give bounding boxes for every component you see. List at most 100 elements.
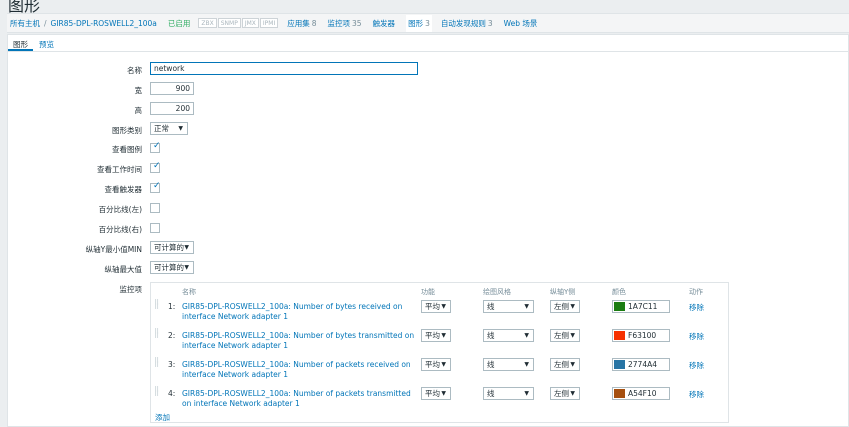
caret-down-icon: ▼ <box>524 390 529 397</box>
function-value: 平均 <box>425 302 440 311</box>
caret-down-icon: ▼ <box>184 244 189 251</box>
items-label: 监控项 <box>119 285 143 294</box>
function-select[interactable]: 平均 ▼ <box>421 300 451 313</box>
check-icon: ✓ <box>153 181 161 191</box>
item-name-link[interactable]: GIR85-DPL-ROSWELL2_100a: Number of packe… <box>182 389 420 409</box>
y-side-select[interactable]: 左侧 ▼ <box>550 358 580 371</box>
drag-handle-icon[interactable]: ⠿ ⠿ <box>154 387 160 398</box>
column-header-color: 颜色 <box>612 288 626 296</box>
show-triggers-label: 查看触发器 <box>104 185 143 194</box>
check-icon: ✓ <box>153 161 161 171</box>
drag-handle-icon[interactable]: ⠿ ⠿ <box>154 358 160 369</box>
color-swatch[interactable] <box>614 302 625 311</box>
caret-down-icon: ▼ <box>524 332 529 339</box>
drag-handle-icon[interactable]: ⠿ ⠿ <box>154 300 160 311</box>
breadcrumb-host[interactable]: GIR85-DPL-ROSWELL2_100a <box>51 19 157 28</box>
name-label: 名称 <box>127 66 142 75</box>
remove-item-link[interactable]: 移除 <box>689 389 704 400</box>
remove-item-link[interactable]: 移除 <box>689 360 704 371</box>
graph-type-label: 图形类别 <box>112 126 142 135</box>
nav-graphs-count: 3 <box>425 18 430 28</box>
function-select[interactable]: 平均 ▼ <box>421 387 451 400</box>
color-picker[interactable]: F63100 <box>612 329 670 342</box>
tab-preview[interactable]: 预览 <box>39 39 54 50</box>
caret-down-icon: ▼ <box>441 303 446 310</box>
height-input[interactable]: 200 <box>150 102 194 115</box>
host-status-enabled[interactable]: 已启用 <box>168 18 191 29</box>
percentile-right-checkbox[interactable] <box>150 223 160 233</box>
column-header-draw-style: 绘图风格 <box>483 288 511 296</box>
color-swatch[interactable] <box>614 389 625 398</box>
color-picker[interactable]: 1A7C11 <box>612 300 670 313</box>
nav-applications[interactable]: 应用集 8 <box>287 18 316 29</box>
color-swatch[interactable] <box>614 331 625 340</box>
y-min-select[interactable]: 可计算的 ▼ <box>150 241 194 254</box>
row-number: 2: <box>168 331 176 340</box>
function-select[interactable]: 平均 ▼ <box>421 358 451 371</box>
draw-style-value: 线 <box>487 389 495 398</box>
caret-down-icon: ▼ <box>524 361 529 368</box>
draw-style-select[interactable]: 线 ▼ <box>483 358 534 371</box>
y-side-select[interactable]: 左侧 ▼ <box>550 387 580 400</box>
nav-items[interactable]: 监控项 35 <box>328 18 362 29</box>
percentile-right-label: 百分比线(右) <box>98 225 142 234</box>
add-item-link[interactable]: 添加 <box>155 412 170 423</box>
draw-style-value: 线 <box>487 360 495 369</box>
color-code: 2774A4 <box>628 360 657 369</box>
drag-handle-icon[interactable]: ⠿ ⠿ <box>154 329 160 340</box>
draw-style-select[interactable]: 线 ▼ <box>483 300 534 313</box>
name-input[interactable]: network <box>150 62 418 75</box>
function-value: 平均 <box>425 331 440 340</box>
y-max-select[interactable]: 可计算的 ▼ <box>150 261 194 274</box>
active-tab-indicator <box>8 49 33 51</box>
caret-down-icon: ▼ <box>570 390 575 397</box>
draw-style-select[interactable]: 线 ▼ <box>483 329 534 342</box>
nav-discovery-rules[interactable]: 自动发现规则 3 <box>441 18 493 29</box>
row-number: 3: <box>168 360 176 369</box>
tag-snmp: SNMP <box>217 18 241 28</box>
remove-item-link[interactable]: 移除 <box>689 331 704 342</box>
show-legend-label: 查看图例 <box>112 145 142 154</box>
graph-type-select[interactable]: 正常 ▼ <box>150 122 188 135</box>
y-max-value: 可计算的 <box>154 263 184 272</box>
nav-web-scenarios[interactable]: Web 场景 <box>504 18 538 29</box>
caret-down-icon: ▼ <box>570 361 575 368</box>
color-code: F63100 <box>628 331 657 340</box>
y-side-value: 左侧 <box>554 360 569 369</box>
table-row: ⠿ ⠿ 1: GIR85-DPL-ROSWELL2_100a: Number of… <box>151 300 728 328</box>
width-input[interactable]: 900 <box>150 82 194 95</box>
caret-down-icon: ▼ <box>178 125 183 132</box>
function-select[interactable]: 平均 ▼ <box>421 329 451 342</box>
row-number: 1: <box>168 302 176 311</box>
show-legend-checkbox[interactable]: ✓ <box>150 141 161 153</box>
show-triggers-checkbox[interactable]: ✓ <box>150 181 161 193</box>
graph-form-panel: 图形 预览 名称 network 宽 900 高 200 图形类别 正常 ▼ 查看… <box>7 34 849 427</box>
y-side-value: 左侧 <box>554 389 569 398</box>
item-name-link[interactable]: GIR85-DPL-ROSWELL2_100a: Number of packe… <box>182 360 420 380</box>
column-header-action: 动作 <box>689 288 703 296</box>
form-tabs: 图形 预览 <box>8 35 849 52</box>
color-picker[interactable]: 2774A4 <box>612 358 670 371</box>
breadcrumb-separator: / <box>44 18 47 28</box>
caret-down-icon: ▼ <box>570 332 575 339</box>
item-name-link[interactable]: GIR85-DPL-ROSWELL2_100a: Number of bytes… <box>182 302 420 322</box>
y-side-value: 左侧 <box>554 302 569 311</box>
tag-jmx: JMX <box>241 18 259 28</box>
item-name-link[interactable]: GIR85-DPL-ROSWELL2_100a: Number of bytes… <box>182 331 420 351</box>
percentile-left-checkbox[interactable] <box>150 203 160 213</box>
show-worktime-checkbox[interactable]: ✓ <box>150 161 161 173</box>
draw-style-select[interactable]: 线 ▼ <box>483 387 534 400</box>
height-label: 高 <box>134 106 143 115</box>
color-swatch[interactable] <box>614 360 625 369</box>
nav-triggers[interactable]: 触发器 <box>373 18 396 29</box>
caret-down-icon: ▼ <box>184 264 189 271</box>
remove-item-link[interactable]: 移除 <box>689 302 704 313</box>
y-side-select[interactable]: 左侧 ▼ <box>550 329 580 342</box>
breadcrumb-all-hosts[interactable]: 所有主机 <box>10 18 40 29</box>
column-header-y-side: 纵轴Y侧 <box>550 288 576 296</box>
nav-graphs[interactable]: 图形 3 <box>406 14 432 32</box>
nav-items-count: 35 <box>352 18 362 28</box>
y-side-select[interactable]: 左侧 ▼ <box>550 300 580 313</box>
graph-items-table: 名称 功能 绘图风格 纵轴Y侧 颜色 动作 ⠿ ⠿ 1: GIR85-DPL-RO… <box>150 282 729 423</box>
color-picker[interactable]: A54F10 <box>612 387 670 400</box>
